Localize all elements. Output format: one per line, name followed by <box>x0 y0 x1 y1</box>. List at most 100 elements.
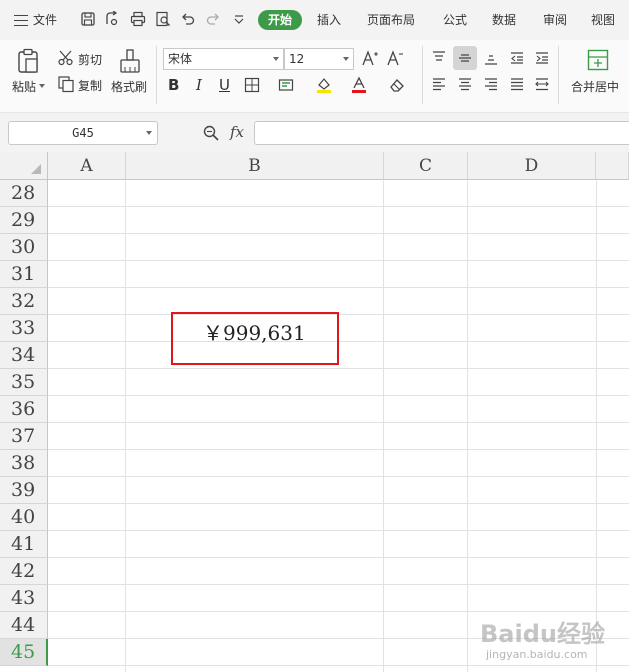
fill-pattern-icon[interactable] <box>278 77 294 93</box>
decrease-indent-icon[interactable] <box>509 50 525 66</box>
merge-center-icon[interactable] <box>587 49 609 71</box>
zoom-formula-icon[interactable] <box>202 124 220 142</box>
row-header[interactable]: 35 <box>0 369 48 396</box>
column-header-b[interactable]: B <box>126 152 384 180</box>
print-preview-icon[interactable] <box>155 11 171 27</box>
font-color-icon[interactable] <box>350 76 368 94</box>
spreadsheet-grid[interactable]: A B C D 28 29 30 31 32 33 34 35 36 37 38… <box>0 152 629 672</box>
increase-indent-icon[interactable] <box>534 50 550 66</box>
grid-line <box>383 180 384 672</box>
row-header[interactable]: 29 <box>0 207 48 234</box>
grid-line <box>48 206 629 207</box>
menu-bar: 文件 开始 插入 页面布局 公式 数据 审阅 视图 <box>0 0 629 40</box>
row-header[interactable]: 40 <box>0 504 48 531</box>
grid-line <box>48 287 629 288</box>
name-box[interactable]: G45 <box>8 121 158 145</box>
watermark-text: Baidu经验 <box>480 620 605 648</box>
row-header[interactable]: 43 <box>0 585 48 612</box>
watermark-sub: jingyan.baidu.com <box>486 648 588 661</box>
annotation-highlight-box <box>171 312 339 365</box>
undo-icon[interactable] <box>180 11 196 27</box>
align-center-icon[interactable] <box>457 76 473 92</box>
row-header[interactable]: 39 <box>0 477 48 504</box>
paste-icon[interactable] <box>16 48 40 74</box>
chevron-down-icon <box>343 57 349 61</box>
italic-button[interactable]: I <box>196 76 202 94</box>
row-header[interactable]: 33 <box>0 315 48 342</box>
row-header[interactable]: 36 <box>0 396 48 423</box>
tab-view[interactable]: 视图 <box>591 0 615 40</box>
align-bottom-icon[interactable] <box>483 50 499 66</box>
row-header[interactable]: 32 <box>0 288 48 315</box>
grid-line <box>48 260 629 261</box>
baidu-watermark: Baidu经验 jingyan.baidu.com <box>480 612 620 668</box>
column-header-a[interactable]: A <box>48 152 126 180</box>
distributed-align-icon[interactable] <box>534 76 550 92</box>
row-header[interactable]: 38 <box>0 450 48 477</box>
borders-icon[interactable] <box>244 77 260 93</box>
formula-input[interactable] <box>254 121 629 145</box>
grid-line <box>48 557 629 558</box>
tab-page-layout[interactable]: 页面布局 <box>367 0 415 40</box>
font-size-select[interactable]: 12 <box>284 48 354 70</box>
fill-color-icon[interactable] <box>315 76 333 94</box>
paste-button[interactable]: 粘贴 <box>12 78 36 95</box>
file-menu[interactable]: 文件 <box>14 0 57 40</box>
align-top-icon[interactable] <box>431 50 447 66</box>
justify-icon[interactable] <box>509 76 525 92</box>
toolbar-separator <box>422 46 423 104</box>
chevron-down-icon <box>273 57 279 61</box>
save-icon[interactable] <box>80 11 96 27</box>
format-painter-icon[interactable] <box>119 48 141 74</box>
grid-line <box>48 584 629 585</box>
tab-data[interactable]: 数据 <box>492 0 516 40</box>
row-header[interactable]: 41 <box>0 531 48 558</box>
bold-button[interactable]: B <box>168 76 179 94</box>
tab-insert[interactable]: 插入 <box>317 0 341 40</box>
customize-qat-icon[interactable] <box>231 11 247 27</box>
hamburger-icon <box>14 14 28 26</box>
grid-line <box>48 503 629 504</box>
merge-center-button[interactable]: 合并居中 <box>571 78 619 95</box>
row-header[interactable]: 31 <box>0 261 48 288</box>
increase-font-icon[interactable] <box>361 49 379 67</box>
tab-review[interactable]: 审阅 <box>543 0 567 40</box>
font-name-select[interactable]: 宋体 <box>163 48 284 70</box>
column-header-d[interactable]: D <box>468 152 596 180</box>
align-right-icon[interactable] <box>483 76 499 92</box>
align-middle-icon[interactable] <box>457 50 473 66</box>
column-header-e[interactable] <box>596 152 629 180</box>
fx-label[interactable]: fx <box>230 123 244 141</box>
grid-line <box>48 449 629 450</box>
copy-icon[interactable] <box>57 75 75 93</box>
font-name-value: 宋体 <box>168 52 193 66</box>
underline-button[interactable]: U <box>219 76 230 94</box>
select-all-corner[interactable] <box>0 152 48 180</box>
row-header[interactable]: 44 <box>0 612 48 639</box>
formula-bar: G45 fx <box>0 112 629 152</box>
decrease-font-icon[interactable] <box>386 49 404 67</box>
tab-start[interactable]: 开始 <box>258 10 302 30</box>
format-painter-button[interactable]: 格式刷 <box>111 78 147 95</box>
font-size-value: 12 <box>289 52 305 66</box>
grid-line <box>48 530 629 531</box>
tab-formulas[interactable]: 公式 <box>443 0 467 40</box>
align-left-icon[interactable] <box>431 76 447 92</box>
row-header[interactable]: 34 <box>0 342 48 369</box>
select-all-icon <box>31 164 41 174</box>
row-header[interactable]: 30 <box>0 234 48 261</box>
export-icon[interactable] <box>104 11 120 27</box>
cut-button[interactable]: 剪切 <box>78 51 102 68</box>
row-header-active[interactable]: 45 <box>0 639 48 666</box>
print-icon[interactable] <box>130 11 146 27</box>
name-box-value: G45 <box>72 126 94 140</box>
row-header[interactable]: 37 <box>0 423 48 450</box>
redo-icon[interactable] <box>205 11 221 27</box>
paste-dropdown-icon[interactable] <box>39 84 45 88</box>
row-header[interactable]: 28 <box>0 180 48 207</box>
copy-button[interactable]: 复制 <box>78 77 102 94</box>
scissors-icon[interactable] <box>57 49 75 67</box>
row-header[interactable]: 42 <box>0 558 48 585</box>
clear-format-icon[interactable] <box>388 76 406 94</box>
column-header-c[interactable]: C <box>384 152 468 180</box>
